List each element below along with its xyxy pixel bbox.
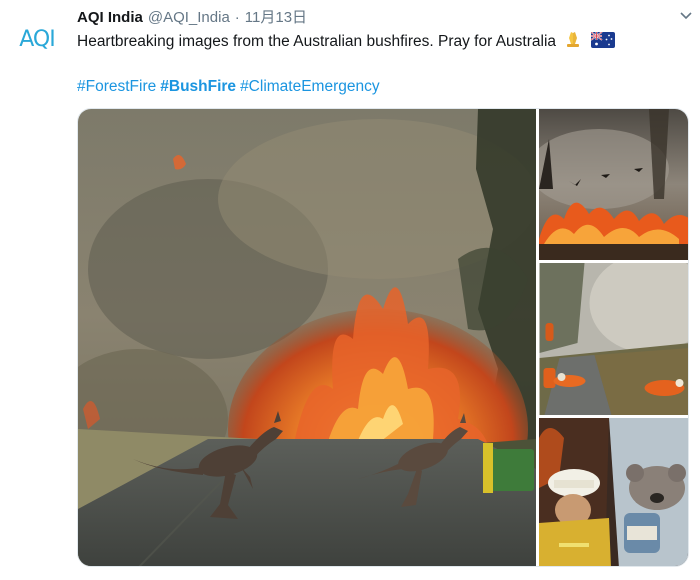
side-photo-3[interactable]: [539, 418, 688, 566]
side-photo-1[interactable]: [539, 109, 688, 260]
avatar[interactable]: AQI: [12, 14, 62, 64]
timestamp[interactable]: 11月13日: [245, 6, 307, 27]
folded-hands-emoji: [563, 30, 583, 48]
tweet-body: Heartbreaking images from the Australian…: [77, 33, 557, 50]
hashtag-bushfire[interactable]: #BushFire: [160, 78, 236, 95]
tweet-header: AQI India @AQI_India · 11月13日: [77, 6, 690, 28]
chevron-down-icon[interactable]: [678, 8, 694, 24]
avatar-logo-text: AQI: [19, 26, 55, 52]
australia-flag-emoji: [590, 32, 615, 48]
side-photo-2[interactable]: [539, 263, 688, 415]
main-photo[interactable]: [78, 109, 536, 566]
tweet-text: Heartbreaking images from the Australian…: [77, 30, 690, 52]
user-handle[interactable]: @AQI_India: [148, 9, 230, 26]
hashtag-forestfire[interactable]: #ForestFire: [77, 78, 156, 95]
hashtag-climateemergency[interactable]: #ClimateEmergency: [240, 78, 380, 95]
display-name[interactable]: AQI India: [77, 9, 143, 26]
media-grid: [77, 108, 689, 567]
tweet-card[interactable]: AQI AQI India @AQI_India · 11月13日 Heartb…: [0, 0, 700, 580]
hashtag-list: #ForestFire #BushFire #ClimateEmergency: [77, 77, 384, 97]
header-separator: ·: [234, 9, 240, 26]
